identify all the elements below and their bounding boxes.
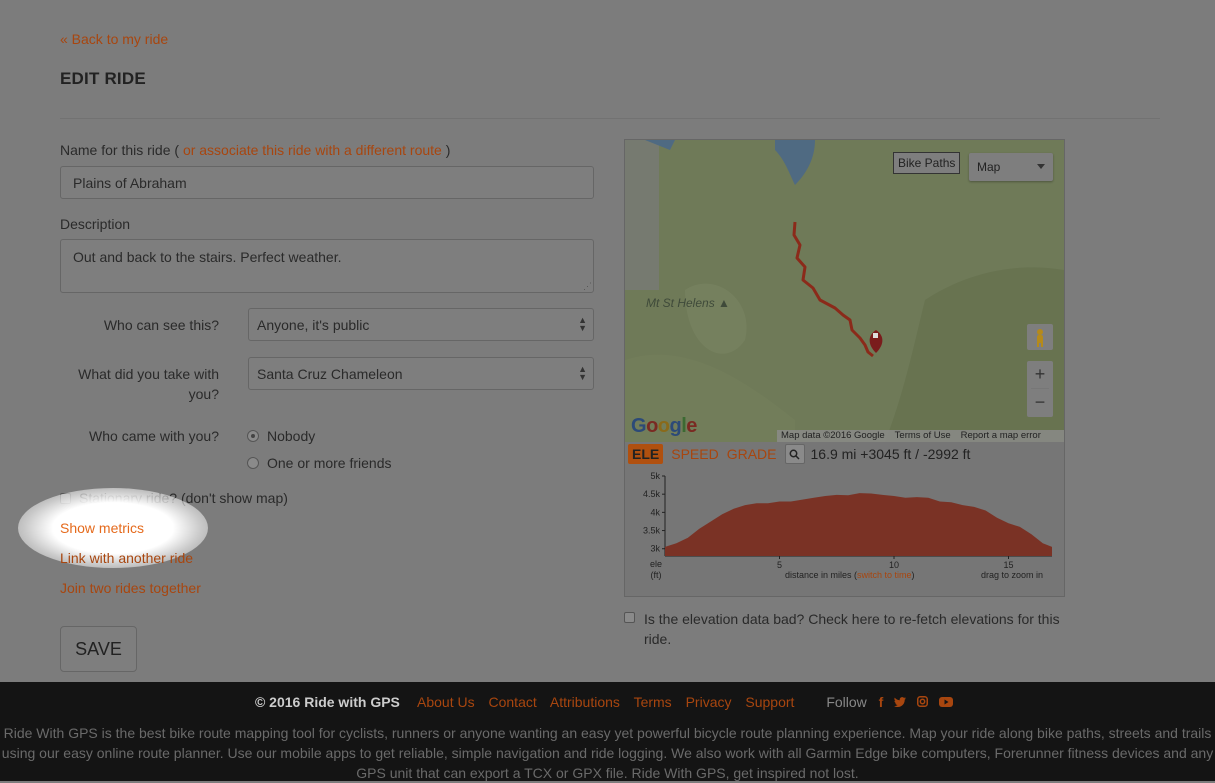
site-footer: © 2016 Ride with GPS About Us Contact At… bbox=[0, 682, 1215, 781]
footer-link-privacy[interactable]: Privacy bbox=[686, 694, 732, 710]
instagram-icon[interactable] bbox=[917, 694, 932, 710]
elevation-tabs: ELE SPEED GRADE 16.9 mi +3045 ft / -2992… bbox=[628, 444, 970, 464]
gear-label: What did you take with you? bbox=[78, 366, 219, 402]
bike-paths-button[interactable]: Bike Paths bbox=[893, 152, 961, 174]
follow-label: Follow bbox=[826, 694, 867, 710]
description-textarea[interactable]: Out and back to the stairs. Perfect weat… bbox=[60, 239, 594, 293]
gear-select[interactable]: Santa Cruz Chameleon ▲ ▼ bbox=[248, 357, 594, 390]
save-button[interactable]: SAVE bbox=[60, 626, 137, 672]
name-label-open: ( bbox=[174, 142, 180, 158]
google-logo: Google bbox=[631, 415, 697, 437]
resize-grip-icon[interactable]: ⋰ bbox=[583, 282, 592, 291]
ride-stats: 16.9 mi +3045 ft / -2992 ft bbox=[810, 446, 971, 462]
ride-name-input[interactable]: Plains of Abraham bbox=[60, 166, 594, 199]
radio-friends-label: One or more friends bbox=[267, 455, 392, 471]
x-tick-label: 15 bbox=[1003, 560, 1013, 570]
select-arrows-icon: ▲ ▼ bbox=[578, 364, 587, 382]
zoom-in-button[interactable]: + bbox=[1027, 361, 1053, 388]
y-tick-label: 3k bbox=[650, 544, 660, 554]
youtube-icon[interactable] bbox=[939, 694, 954, 710]
name-label-close: ) bbox=[445, 142, 451, 158]
page-title: EDIT RIDE bbox=[60, 69, 146, 88]
divider bbox=[60, 118, 1160, 119]
map-panel: Bike Paths Map Mt St Helens ▲ + − Google bbox=[624, 139, 1065, 597]
refetch-elevation-row[interactable]: Is the elevation data bad? Check here to… bbox=[624, 609, 1064, 649]
y-axis-label: ele bbox=[650, 559, 662, 569]
y-axis-unit: (ft) bbox=[651, 570, 662, 580]
caret-down-icon bbox=[1037, 164, 1045, 169]
show-metrics-link[interactable]: Show metrics bbox=[60, 520, 144, 536]
place-label-text: Mt St Helens bbox=[646, 296, 715, 310]
gear-value: Santa Cruz Chameleon bbox=[257, 366, 403, 382]
terms-of-use-link[interactable]: Terms of Use bbox=[895, 430, 951, 442]
facebook-icon[interactable]: f bbox=[879, 694, 884, 710]
y-tick-label: 3.5k bbox=[643, 526, 661, 536]
x-caption-text: distance in miles ( bbox=[785, 570, 857, 580]
footer-link-attributions[interactable]: Attributions bbox=[550, 694, 620, 710]
associate-route-link[interactable]: or associate this ride with a different … bbox=[183, 142, 442, 158]
footer-blurb: Ride With GPS is the best bike route map… bbox=[1, 725, 1214, 781]
name-label: Name for this ride ( or associate this r… bbox=[60, 142, 450, 158]
map-attribution: Map data ©2016 Google bbox=[781, 430, 885, 441]
radio-nobody[interactable]: Nobody bbox=[247, 428, 315, 444]
x-axis-caption: distance in miles (switch to time) bbox=[785, 570, 915, 580]
join-rides-link[interactable]: Join two rides together bbox=[60, 580, 201, 596]
visibility-value: Anyone, it's public bbox=[257, 317, 370, 333]
pegman-icon[interactable] bbox=[1027, 324, 1053, 350]
refetch-label: Is the elevation data bad? Check here to… bbox=[644, 611, 1060, 647]
mountain-icon: ▲ bbox=[718, 296, 730, 310]
drag-to-zoom-hint: drag to zoom in bbox=[981, 570, 1043, 580]
elevation-area bbox=[665, 493, 1052, 556]
map-attribution-bar: Map data ©2016 Google Terms of Use Repor… bbox=[777, 430, 1064, 442]
twitter-icon[interactable] bbox=[894, 694, 910, 710]
y-tick-label: 4k bbox=[650, 507, 660, 517]
radio-button-selected[interactable] bbox=[247, 430, 259, 442]
tab-grade[interactable]: GRADE bbox=[727, 446, 777, 462]
description-text: Out and back to the stairs. Perfect weat… bbox=[73, 249, 342, 265]
copyright: © 2016 Ride with GPS bbox=[254, 694, 400, 710]
x-axis: 5 10 15 bbox=[665, 555, 1052, 570]
footer-link-about[interactable]: About Us bbox=[417, 694, 475, 710]
refetch-checkbox[interactable] bbox=[624, 612, 635, 623]
radio-button[interactable] bbox=[247, 457, 259, 469]
search-zoom-icon[interactable] bbox=[784, 444, 805, 464]
route-map[interactable]: Bike Paths Map Mt St Helens ▲ + − Google bbox=[625, 140, 1064, 442]
switch-to-time-link[interactable]: switch to time bbox=[857, 570, 912, 580]
visibility-select[interactable]: Anyone, it's public ▲ ▼ bbox=[248, 308, 594, 341]
name-label-text: Name for this ride bbox=[60, 142, 171, 158]
report-map-error-link[interactable]: Report a map error bbox=[961, 430, 1041, 442]
link-another-ride-link[interactable]: Link with another ride bbox=[60, 550, 193, 566]
radio-nobody-label: Nobody bbox=[267, 428, 316, 444]
companions-label: Who came with you? bbox=[89, 428, 219, 444]
back-to-ride-link[interactable]: « Back to my ride bbox=[60, 31, 168, 47]
elevation-chart[interactable]: 3k 3.5k 4k 4.5k 5k 5 10 15 ele (ft) distance i… bbox=[625, 468, 1064, 596]
y-axis: 3k 3.5k 4k 4.5k 5k bbox=[643, 471, 666, 556]
footer-link-contact[interactable]: Contact bbox=[489, 694, 537, 710]
y-tick-label: 4.5k bbox=[643, 489, 661, 499]
map-type-value: Map bbox=[977, 160, 1001, 174]
description-label: Description bbox=[60, 216, 131, 232]
visibility-label: Who can see this? bbox=[103, 317, 219, 333]
map-type-select[interactable]: Map bbox=[969, 153, 1053, 181]
y-tick-label: 5k bbox=[650, 471, 660, 481]
zoom-controls: + − bbox=[1027, 361, 1053, 417]
footer-link-support[interactable]: Support bbox=[745, 694, 794, 710]
x-caption-end: ) bbox=[912, 570, 915, 580]
x-tick-label: 5 bbox=[777, 560, 782, 570]
radio-friends[interactable]: One or more friends bbox=[247, 455, 392, 471]
map-canvas bbox=[625, 140, 1064, 442]
zoom-out-button[interactable]: − bbox=[1027, 389, 1053, 416]
footer-links: © 2016 Ride with GPS About Us Contact At… bbox=[0, 694, 1215, 710]
tab-ele[interactable]: ELE bbox=[628, 444, 664, 464]
place-label: Mt St Helens ▲ bbox=[646, 296, 730, 310]
select-arrows-icon: ▲ ▼ bbox=[578, 315, 587, 333]
x-tick-label: 10 bbox=[889, 560, 899, 570]
tab-speed[interactable]: SPEED bbox=[671, 446, 718, 462]
footer-link-terms[interactable]: Terms bbox=[634, 694, 672, 710]
